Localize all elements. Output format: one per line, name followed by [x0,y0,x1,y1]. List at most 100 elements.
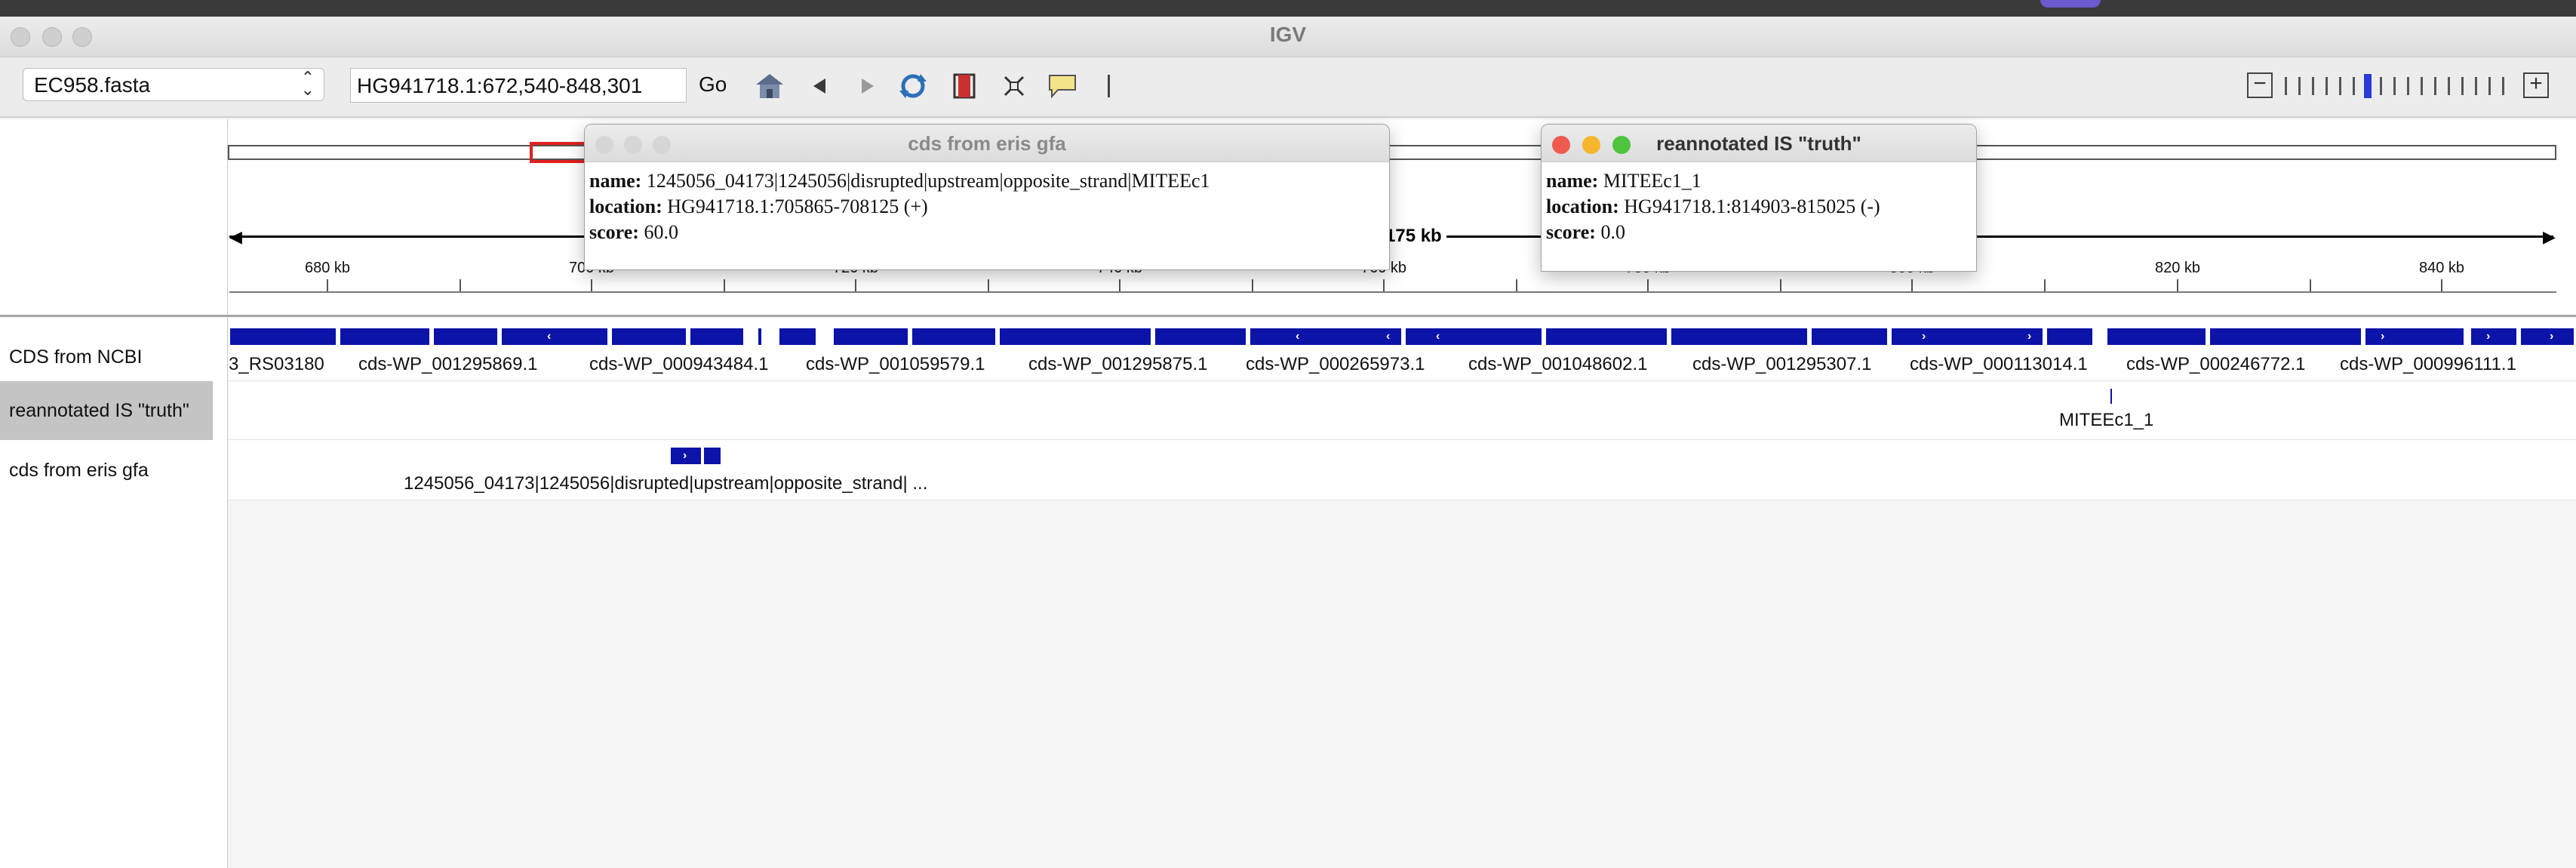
track-name-eris[interactable]: cds from eris gfa [0,440,228,500]
cds-feature[interactable] [230,328,336,345]
ruler-tick-label: 680 kb [304,260,351,276]
cds-feature[interactable] [1812,328,1887,345]
cds-feature[interactable]: ‹ [502,328,607,345]
cds-feature[interactable] [779,328,816,345]
go-button[interactable]: Go [699,72,727,97]
cds-feature[interactable] [1671,328,1807,345]
popup-field-key: score: [589,221,639,243]
ruler-tick [2177,279,2178,291]
zoom-tick[interactable] [2461,77,2464,95]
track-eris[interactable]: › 1245056_04173|1245056|disrupted|upstre… [229,440,2576,500]
zoom-tick[interactable] [2353,77,2355,95]
popup-close-button[interactable] [1552,136,1570,154]
back-icon[interactable] [803,69,836,103]
cds-feature[interactable]: › [2524,328,2574,345]
cds-feature[interactable] [690,328,743,345]
popup-location-value: HG941718.1:705865-708125 (+) [667,195,928,217]
cds-feature[interactable]: › [2471,328,2516,345]
forward-icon[interactable] [851,69,884,103]
zoom-tick[interactable] [2298,77,2301,95]
zoom-slider-thumb[interactable] [2364,74,2372,98]
zoom-tick[interactable] [2448,77,2450,95]
zoom-tick[interactable] [2434,77,2436,95]
mite-feature[interactable] [2110,389,2112,404]
ruler-divider-icon[interactable] [1093,69,1126,103]
cds-label: 3_RS03180 [229,354,324,374]
popup-minimize-button[interactable] [1582,136,1600,154]
popup-truth-title: reannotated IS "truth" [1542,125,1976,162]
eris-feature[interactable] [704,448,721,464]
ruler-tick [1516,279,1517,291]
ruler-baseline [229,291,2556,293]
popup-field-key: name: [1546,170,1599,192]
genome-dropdown[interactable]: EC958.fasta ⌃ ⌄ [23,68,324,101]
track-name-truth[interactable]: reannotated IS "truth" [0,381,213,440]
zoom-widget[interactable]: − + [2247,72,2553,103]
track-truth[interactable]: MITEEc1_1 [229,381,2576,440]
zoom-tick[interactable] [2312,77,2314,95]
ruler-tick [855,279,856,291]
cds-feature[interactable] [1546,328,1667,345]
cds-feature[interactable]: › › [1892,328,2043,345]
strand-right-icon: › [1922,330,1926,343]
zoom-tick[interactable] [2325,77,2328,95]
cds-feature[interactable]: › [2365,328,2464,345]
popup-name-value: 1245056_04173|1245056|disrupted|upstream… [646,170,1210,192]
main-toolbar: EC958.fasta ⌃ ⌄ HG941718.1:672,540-848,30… [0,57,2576,118]
zoom-tick[interactable] [2502,77,2504,95]
popup-zoom-button[interactable] [1612,136,1631,154]
popup-eris[interactable]: cds from eris gfa name: 1245056_04173|12… [584,124,1390,270]
cds-feature[interactable] [912,328,995,345]
zoom-tick[interactable] [2421,77,2423,95]
cds-label: cds-WP_000246772.1 [2126,354,2306,374]
cds-label: cds-WP_000265973.1 [1246,354,1425,374]
zoom-out-button[interactable]: − [2247,72,2273,98]
refresh-icon[interactable] [896,69,930,103]
cds-feature[interactable] [834,328,908,345]
ruler-tick [1119,279,1120,291]
cds-feature[interactable]: ‹ [1406,328,1542,345]
cds-feature[interactable] [758,328,761,345]
ruler-tick [1911,279,1913,291]
popup-minimize-button[interactable] [624,136,642,154]
ruler-tick [2310,279,2311,291]
ruler-tick [724,279,725,291]
popup-zoom-button[interactable] [653,136,671,154]
fit-icon[interactable] [998,69,1031,103]
track-name-ncbi[interactable]: CDS from NCBI [0,333,228,381]
locus-input[interactable]: HG941718.1:672,540-848,301 [350,68,687,103]
cds-label: cds-WP_000996111.1 [2340,354,2516,374]
zoom-tick[interactable] [2393,77,2396,95]
scale-left-arrow-icon: ◀ [229,227,242,246]
cds-feature[interactable] [2107,328,2206,345]
cds-feature[interactable] [2210,328,2361,345]
zoom-tick[interactable] [2475,77,2477,95]
zoom-tick[interactable] [2285,77,2287,95]
roi-icon[interactable] [948,69,981,103]
cds-feature[interactable] [1000,328,1151,345]
popup-field-key: score: [1546,221,1596,243]
eris-feature[interactable]: › [671,448,701,464]
popup-truth[interactable]: reannotated IS "truth" name: MITEEc1_1 l… [1541,124,1977,272]
popup-icon[interactable] [1046,69,1079,103]
zoom-tick[interactable] [2339,77,2341,95]
home-icon[interactable] [753,69,786,103]
ruler-tick [460,279,461,291]
track-ncbi[interactable]: ‹ ‹ ‹ ‹ › › › › › 3_RS03180 cds-WP_0012958… [229,318,2576,381]
zoom-in-button[interactable]: + [2523,72,2549,98]
ruler-tick [2044,279,2046,291]
strand-left-icon: ‹ [1296,330,1300,343]
popup-field-key: location: [1546,195,1619,217]
dropdown-arrows-icon: ⌃ ⌄ [300,68,315,99]
cds-feature[interactable] [2047,328,2092,345]
zoom-tick[interactable] [2488,77,2491,95]
cds-feature[interactable] [1155,328,1246,345]
zoom-tick[interactable] [2407,77,2409,95]
cds-feature[interactable] [434,328,497,345]
cds-feature[interactable]: ‹ ‹ [1250,328,1401,345]
cds-feature[interactable] [612,328,686,345]
popup-close-button[interactable] [595,136,613,154]
zoom-tick[interactable] [2380,77,2382,95]
desktop-menubar-strip [0,0,2576,17]
cds-feature[interactable] [340,328,429,345]
